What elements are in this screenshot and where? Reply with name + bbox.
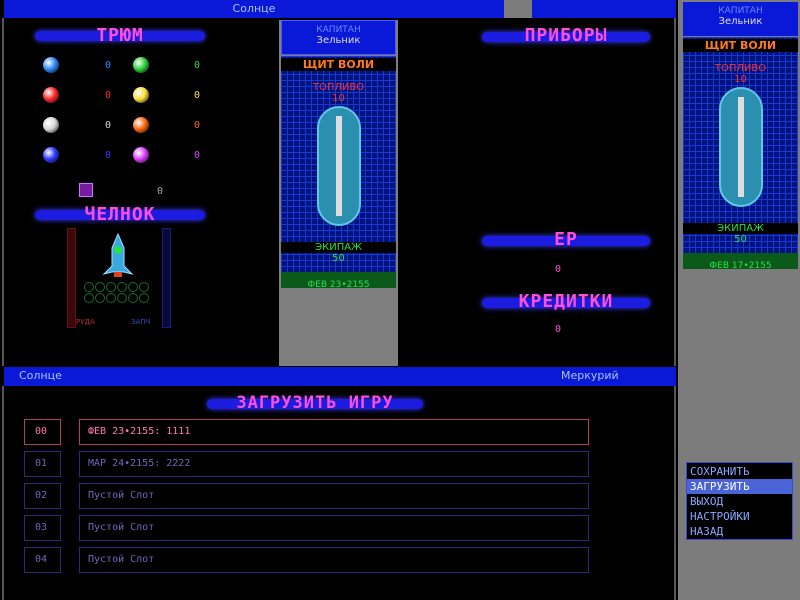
side-captain-label: КАПИТАН: [718, 6, 763, 16]
shuttle-title: ЧЕЛНОК: [84, 204, 156, 225]
cargo-orb-icon: [133, 147, 149, 163]
lander-pod-slot: [106, 293, 116, 303]
credits-value: 0: [555, 324, 562, 335]
menu-item[interactable]: НАЗАД: [687, 524, 792, 539]
fuel-label: ТОПЛИВО: [312, 82, 365, 93]
shuttle-right-tube: [162, 228, 171, 328]
date-label: ФЕВ 23•2155: [307, 280, 370, 290]
lander-pod-slot: [106, 282, 116, 292]
save-slot[interactable]: ФЕВ 23•2155: 1111: [79, 419, 589, 445]
top-bar-location: Солнце: [232, 2, 276, 15]
save-slot-number[interactable]: 01: [24, 451, 61, 477]
cargo-orb-icon: [133, 87, 149, 103]
fuel-value: 10: [332, 93, 345, 104]
load-title: ЗАГРУЗИТЬ ИГРУ: [236, 393, 394, 413]
cargo-count: 0: [194, 120, 201, 131]
save-slot[interactable]: Пустой Слот: [79, 515, 589, 541]
cargo-orb-icon: [133, 117, 149, 133]
lander-pod-slot: [95, 282, 105, 292]
save-slot-number[interactable]: 03: [24, 515, 61, 541]
shuttle-icon: [98, 232, 138, 280]
menu-item[interactable]: ВЫХОД: [687, 494, 792, 509]
side-crew-label: ЭКИПАЖ: [683, 223, 798, 234]
side-captain-name: Зельник: [718, 16, 763, 27]
crew-label: ЭКИПАЖ: [281, 242, 396, 253]
save-slot[interactable]: Пустой Слот: [79, 483, 589, 509]
lander-pod-slot: [128, 282, 138, 292]
cargo-orb-icon: [43, 87, 59, 103]
date-box: ФЕВ 23•2155: [281, 272, 396, 290]
side-fuel-label: ТОПЛИВО: [714, 63, 767, 74]
cargo-count: 0: [105, 120, 112, 131]
cargo-title: ТРЮМ: [96, 25, 144, 46]
lander-pod-slot: [117, 293, 127, 303]
save-slot-number[interactable]: 00: [24, 419, 61, 445]
lander-pod-slot: [84, 293, 94, 303]
mid-bar: Солнце Меркурий: [4, 367, 676, 386]
lander-pod-slot: [139, 282, 149, 292]
ore-label: РУДА: [76, 318, 95, 326]
top-bar-right: [532, 0, 676, 18]
save-slot-number[interactable]: 02: [24, 483, 61, 509]
side-date-label: ФЕВ 17•2155: [709, 261, 772, 271]
cargo-orb-icon: [43, 57, 59, 73]
devices-title: ПРИБОРЫ: [524, 25, 608, 46]
credits-title: КРЕДИТКИ: [518, 291, 614, 312]
captain-label: КАПИТАН: [316, 25, 361, 35]
cargo-count: 0: [194, 150, 201, 161]
lander-pod-slot: [117, 282, 127, 292]
cargo-count: 0: [105, 60, 112, 71]
menu-item[interactable]: ЗАГРУЗИТЬ: [687, 479, 792, 494]
cargo-orb-icon: [43, 147, 59, 163]
cargo-orb-icon: [43, 117, 59, 133]
ep-value: 0: [555, 264, 562, 275]
flagship-display: ЩИТ ВОЛИ ТОПЛИВО 10 ЭКИПАЖ 50: [281, 56, 396, 272]
game-menu: СОХРАНИТЬ ЗАГРУЗИТЬ ВЫХОД НАСТРОЙКИ НАЗАД: [686, 462, 793, 540]
mid-bar-left: Солнце: [19, 369, 62, 382]
lander-pod-slot: [84, 282, 94, 292]
cargo-count: 0: [194, 60, 201, 71]
side-crew-value: 50: [734, 234, 747, 245]
shuttle-left-tube: [67, 228, 76, 328]
top-bar: Солнце: [4, 0, 504, 18]
side-date-box: ФЕВ 17•2155: [683, 253, 798, 271]
save-slot[interactable]: Пустой Слот: [79, 547, 589, 573]
captain-box: КАПИТАН Зельник: [281, 20, 396, 55]
cargo-count: 0: [105, 90, 112, 101]
parts-label: ЗАПЧ: [131, 318, 151, 326]
crew-value: 50: [332, 253, 345, 264]
lander-pod-slot: [128, 293, 138, 303]
shield-label: ЩИТ ВОЛИ: [281, 58, 396, 71]
side-captain-box: КАПИТАН Зельник: [683, 2, 798, 36]
side-fuel-value: 10: [734, 74, 747, 85]
menu-item[interactable]: СОХРАНИТЬ: [687, 464, 792, 479]
side-flagship-display: ЩИТ ВОЛИ ТОПЛИВО 10 ЭКИПАЖ 50: [683, 37, 798, 253]
cargo-orb-icon: [133, 57, 149, 73]
save-slot[interactable]: МАР 24•2155: 2222: [79, 451, 589, 477]
save-slot-number[interactable]: 04: [24, 547, 61, 573]
ep-title: ЕР: [554, 229, 578, 250]
lander-pod-slot: [95, 293, 105, 303]
top-bar-gap: [504, 0, 532, 18]
flagship-hull: [317, 106, 361, 226]
captain-name: Зельник: [316, 35, 361, 46]
artifact-icon: [79, 183, 93, 197]
menu-item[interactable]: НАСТРОЙКИ: [687, 509, 792, 524]
cargo-count: 0: [105, 150, 112, 161]
side-shield-label: ЩИТ ВОЛИ: [683, 39, 798, 52]
mid-bar-right: Меркурий: [561, 369, 619, 382]
lander-pod-slot: [139, 293, 149, 303]
cargo-count: 0: [194, 90, 201, 101]
artifact-count: 0: [157, 186, 164, 197]
side-flagship-hull: [719, 87, 763, 207]
